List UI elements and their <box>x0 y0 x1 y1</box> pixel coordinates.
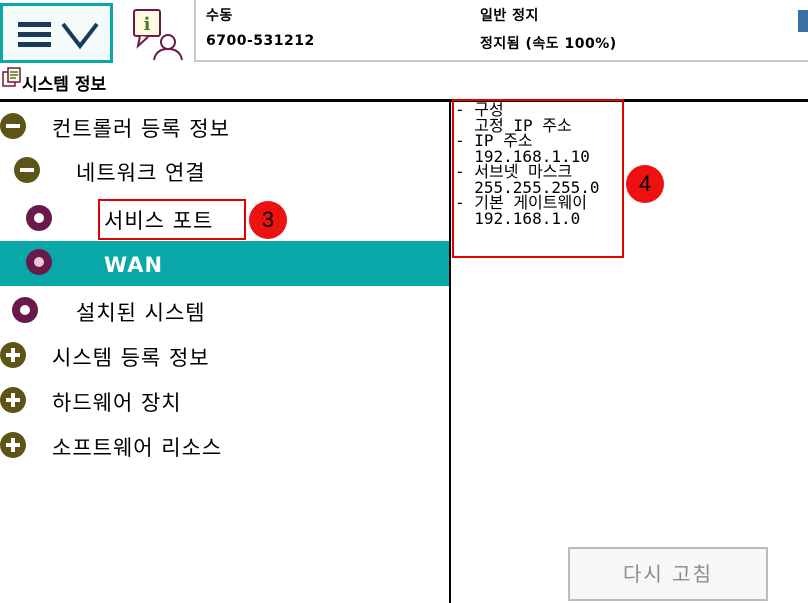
annotation-marker-3: 3 <box>249 201 287 239</box>
tree-node-label: WAN <box>104 253 164 277</box>
tree-node-hardware-devices[interactable]: 하드웨어 장치 <box>0 385 449 427</box>
status-panel[interactable]: 수동 6700-531212 일반 정지 정지됨 (속도 100%) <box>194 0 808 62</box>
top-bar: i 수동 6700-531212 일반 정지 정지됨 (속도 100%) <box>0 0 808 66</box>
hamburger-icon-line <box>18 42 51 47</box>
hamburger-icon-line <box>18 32 51 37</box>
tree-node-installed-systems[interactable]: 설치된 시스템 <box>0 289 449 331</box>
node-icon <box>12 297 38 323</box>
tree-node-label: 하드웨어 장치 <box>52 391 182 415</box>
operating-mode: 수동 <box>206 8 233 24</box>
system-state: 일반 정지 <box>480 8 539 24</box>
tree-node-network-connections[interactable]: 네트워크 연결 <box>0 149 449 191</box>
refresh-button[interactable]: 다시 고침 <box>568 547 768 601</box>
page-title: 시스템 정보 <box>22 75 107 95</box>
tree-node-controller-properties[interactable]: 컨트롤러 등록 정보 <box>0 105 449 147</box>
robot-id: 6700-531212 <box>206 33 315 49</box>
title-row: 시스템 정보 <box>0 66 808 100</box>
tree-node-system-properties[interactable]: 시스템 등록 정보 <box>0 338 449 380</box>
node-icon <box>26 205 52 231</box>
tree-node-wan[interactable]: WAN <box>0 241 449 286</box>
hamburger-icon <box>18 22 51 27</box>
annotation-box-wan-details <box>452 99 624 258</box>
tree-node-software-resources[interactable]: 소프트웨어 리소스 <box>0 430 449 472</box>
system-info-icon <box>2 67 21 87</box>
main-menu-button[interactable] <box>0 3 113 63</box>
tree-node-label: 설치된 시스템 <box>76 301 206 325</box>
tree-node-label: 네트워크 연결 <box>76 161 206 185</box>
expand-icon[interactable] <box>0 432 26 458</box>
tree-node-label: 소프트웨어 리소스 <box>52 436 223 460</box>
system-info-tree: 컨트롤러 등록 정보 네트워크 연결 서비스 포트 WAN 설치된 시스템 시스… <box>0 102 449 603</box>
expand-icon[interactable] <box>0 387 26 413</box>
expand-icon[interactable] <box>0 342 26 368</box>
speed-status: 정지됨 (속도 100%) <box>480 36 617 52</box>
quickset-info-icon[interactable]: i <box>128 4 184 62</box>
svg-text:i: i <box>144 14 151 35</box>
collapse-icon[interactable] <box>0 113 26 139</box>
annotation-box-service-port <box>98 199 246 240</box>
pane-divider[interactable] <box>449 102 451 603</box>
tree-node-label: 시스템 등록 정보 <box>52 346 210 370</box>
close-icon[interactable] <box>798 10 808 32</box>
tree-node-label: 컨트롤러 등록 정보 <box>52 117 230 141</box>
collapse-icon[interactable] <box>14 157 40 183</box>
annotation-marker-4: 4 <box>626 165 664 203</box>
node-icon <box>26 249 52 275</box>
chevron-down-icon <box>61 22 99 50</box>
